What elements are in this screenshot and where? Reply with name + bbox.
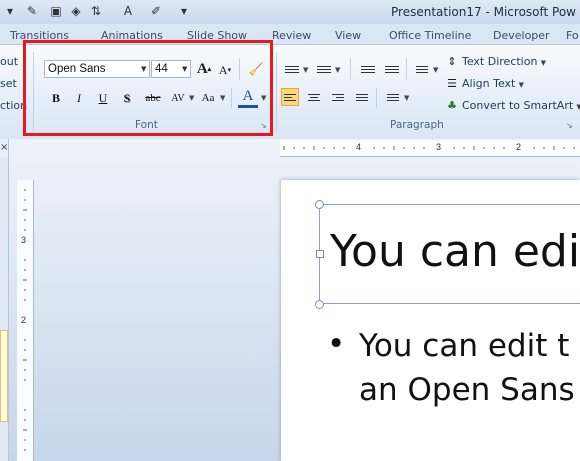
resize-handle[interactable] [315, 300, 324, 309]
text-direction-icon: ⇕ [447, 54, 457, 68]
tab-view[interactable]: View [335, 29, 361, 42]
line-spacing-icon [416, 64, 428, 75]
decrease-indent-icon [361, 64, 375, 75]
picture-icon[interactable]: ▣ [48, 3, 64, 19]
body-line: You can edit t [359, 328, 570, 364]
customize-quick-access-icon[interactable]: ▾ [176, 3, 192, 19]
ruler-number: 3 [436, 142, 442, 152]
bullets-button[interactable] [283, 60, 301, 78]
align-left-icon [284, 92, 296, 103]
justify-button[interactable] [353, 88, 371, 106]
align-center-button[interactable] [305, 88, 323, 106]
ruler-number: 2 [516, 142, 522, 152]
tab-developer[interactable]: Developer [493, 29, 550, 42]
ruler-number: 3 [21, 235, 27, 245]
align-right-icon [332, 92, 344, 103]
increase-indent-button[interactable] [383, 60, 401, 78]
numbering-button[interactable] [315, 60, 333, 78]
smartart-icon: ♣ [447, 98, 457, 112]
highlight-box [23, 40, 273, 136]
shapes-icon[interactable]: ◈ [68, 3, 84, 19]
quick-access-arrow-icon[interactable]: ▾ [2, 3, 18, 19]
format-painter-icon[interactable]: ✎ [24, 3, 40, 19]
resize-handle[interactable] [316, 250, 324, 258]
columns-icon [387, 92, 399, 103]
numbering-icon [317, 64, 331, 75]
tab-format[interactable]: Fo [566, 29, 579, 42]
horizontal-ruler[interactable]: 4 3 2 [280, 140, 580, 157]
para-separator [350, 58, 351, 80]
tab-review[interactable]: Review [272, 29, 311, 42]
columns-button[interactable] [384, 88, 402, 106]
paragraph-group-label: Paragraph [390, 119, 444, 131]
font-color-quick-icon[interactable]: A [120, 3, 136, 19]
ruler-number: 2 [21, 315, 27, 325]
line-spacing-dropdown-icon[interactable]: ▼ [433, 66, 438, 74]
align-text-button[interactable]: Align Text ▼ [462, 77, 524, 90]
align-center-icon [308, 92, 320, 103]
align-text-icon: ☰ [447, 76, 457, 90]
vertical-ruler[interactable]: 3 2 [17, 180, 34, 461]
tab-office-timeline[interactable]: Office Timeline [389, 29, 471, 42]
bullet-icon: • [327, 326, 346, 362]
window-title: Presentation17 - Microsoft Pow [391, 5, 576, 19]
group-separator [276, 52, 277, 132]
numbering-dropdown-icon[interactable]: ▼ [335, 66, 340, 74]
slide-title-text[interactable]: You can edi [330, 226, 580, 278]
bullets-dropdown-icon[interactable]: ▼ [303, 66, 308, 74]
sort-icon[interactable]: ⇅ [88, 3, 104, 19]
reset-button[interactable]: set [0, 77, 17, 90]
paragraph-dialog-launcher-icon[interactable]: ↘ [566, 121, 573, 130]
convert-to-smartart-button[interactable]: Convert to SmartArt ▼ [462, 99, 580, 112]
layout-button[interactable]: out [0, 55, 18, 68]
increase-indent-icon [385, 64, 399, 75]
align-left-button[interactable] [281, 88, 299, 106]
ruler-ticks [283, 146, 575, 150]
smartart-label: Convert to SmartArt [462, 99, 574, 112]
text-direction-label: Text Direction [462, 55, 538, 68]
columns-dropdown-icon[interactable]: ▼ [404, 94, 409, 102]
resize-handle[interactable] [315, 200, 324, 209]
slide-thumbnail[interactable] [0, 330, 8, 422]
body-line: an Open Sans [359, 372, 575, 408]
justify-icon [356, 92, 368, 103]
text-direction-button[interactable]: Text Direction ▼ [462, 55, 546, 68]
para-separator [376, 88, 377, 108]
close-panel-icon[interactable]: × [0, 142, 8, 153]
highlight-icon[interactable]: ✐ [148, 3, 164, 19]
bullets-icon [285, 64, 299, 75]
line-spacing-button[interactable] [413, 60, 431, 78]
slide-body-text[interactable]: You can edit t an Open Sans [359, 324, 575, 412]
decrease-indent-button[interactable] [359, 60, 377, 78]
para-separator [406, 58, 407, 80]
ruler-number: 4 [356, 142, 362, 152]
align-right-button[interactable] [329, 88, 347, 106]
align-text-label: Align Text [462, 77, 516, 90]
